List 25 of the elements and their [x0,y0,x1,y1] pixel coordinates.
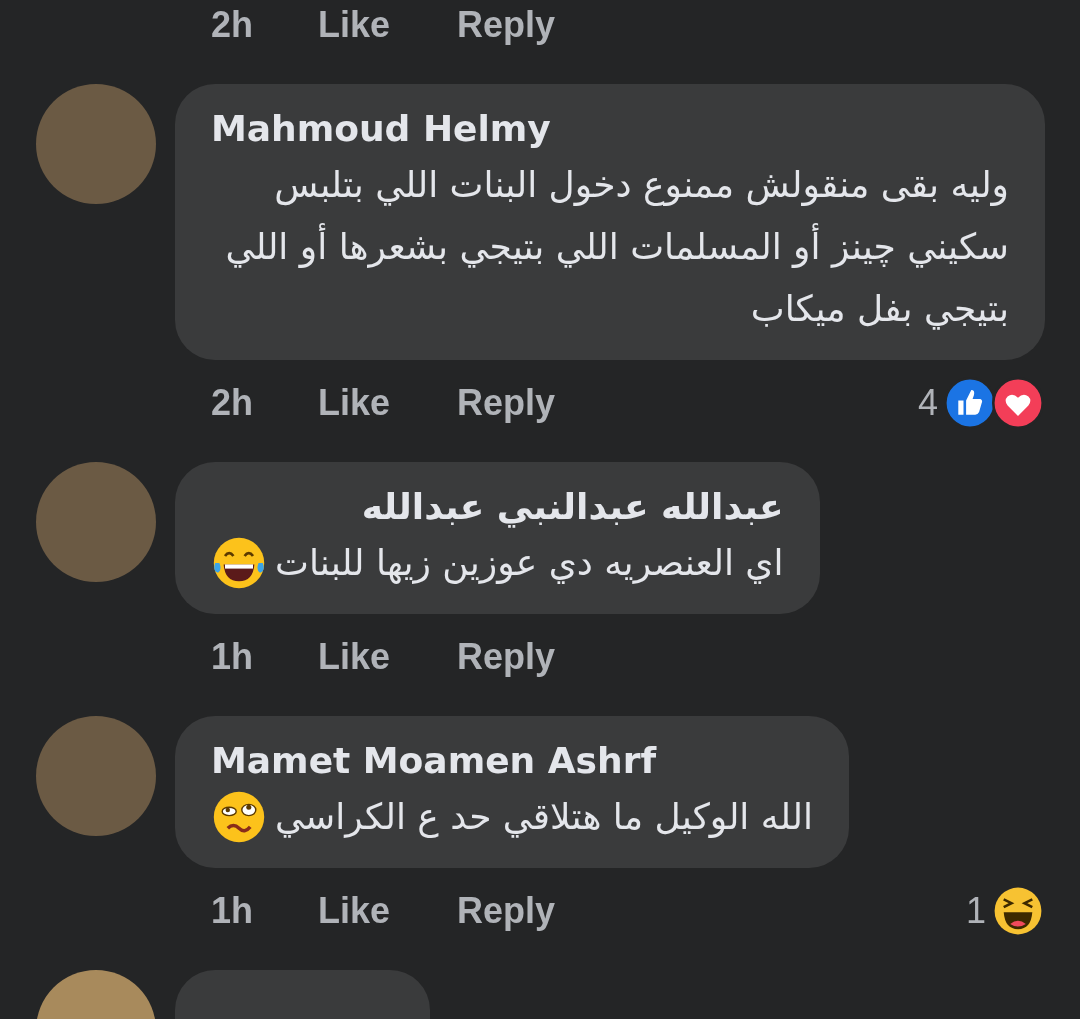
comment-message: وليه بقى منقولش ممنوع دخول البنات اللي بتلبس سكيني چينز أو المسلمات اللي بتيجي بشعرها أو اللي بتيجي بفل ميكاب [224,163,1009,332]
reaction-count: 1 [965,889,986,933]
reply-link[interactable]: Reply [457,630,556,684]
comment-message: الله الوكيل ما هتلاقي حد ع الكراسي [275,795,813,840]
comment-author[interactable]: Mamet Moamen Ashrf [211,736,813,786]
comment-time: 1h [211,635,254,679]
like-link[interactable]: Like [318,630,457,684]
comment-message: اي العنصريه دي عوزين زيها للبنات [275,541,784,586]
like-link[interactable]: Like [318,884,457,938]
reply-link[interactable]: Reply [457,0,556,52]
heart-reaction-icon [992,377,1044,429]
comment-author[interactable]: عبدالله عبدالنبي عبدالله [211,482,784,532]
woozy-face-emoji-icon [211,789,267,845]
like-reaction-icon [944,377,996,429]
like-link[interactable]: Like [318,0,457,52]
haha-reaction-icon [992,885,1044,937]
reaction-count: 4 [917,381,938,425]
comment-time: 2h [211,381,254,425]
comment-time: 1h [211,889,254,933]
reply-link[interactable]: Reply [457,376,556,430]
like-link[interactable]: Like [318,376,457,430]
reply-link[interactable]: Reply [457,884,556,938]
laughing-tears-emoji-icon [211,535,267,591]
comment-author[interactable]: Mahmoud Helmy [211,104,1009,154]
comment-time: 2h [211,3,254,47]
